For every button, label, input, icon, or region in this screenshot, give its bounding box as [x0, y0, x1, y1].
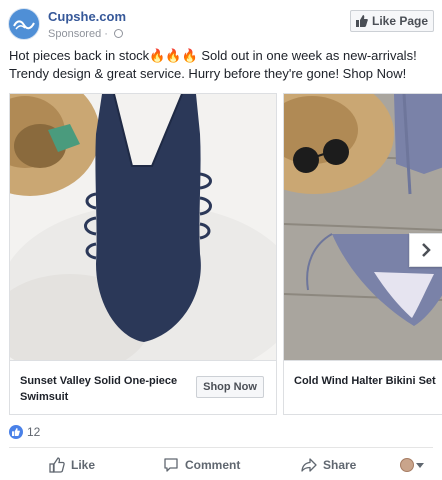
share-label: Share	[323, 458, 357, 472]
swimsuit-image	[10, 94, 276, 360]
sponsored-text: Sponsored ·	[48, 28, 111, 40]
caret-down-icon	[416, 462, 424, 468]
ad-post: Cupshe.com Sponsored · Like Page Hot pie…	[0, 0, 442, 480]
product-title[interactable]: Sunset Valley Solid One-piece Swimsuit	[20, 373, 190, 405]
chevron-right-icon	[422, 243, 431, 257]
reaction-summary[interactable]: 12	[9, 424, 40, 440]
comment-icon	[164, 458, 178, 472]
action-bar: Like Comment Share	[9, 452, 442, 478]
user-avatar	[400, 458, 414, 472]
like-label: Like	[71, 458, 96, 472]
like-page-label: Like Page	[371, 14, 429, 28]
card-info: Sunset Valley Solid One-piece Swimsuit S…	[10, 360, 276, 414]
product-image-bikini[interactable]	[284, 94, 442, 360]
like-button[interactable]: Like	[49, 452, 95, 478]
thumbs-up-icon	[12, 428, 20, 436]
sponsored-label: Sponsored ·	[48, 28, 123, 40]
page-name[interactable]: Cupshe.com	[48, 9, 126, 24]
product-carousel: Sunset Valley Solid One-piece Swimsuit S…	[9, 93, 442, 415]
product-image-swimsuit[interactable]	[10, 94, 276, 360]
carousel-next-button[interactable]	[409, 233, 442, 267]
post-text: Hot pieces back in stock🔥🔥🔥 Sold out in …	[9, 48, 417, 81]
like-reaction-icon	[9, 425, 23, 439]
thumbs-up-icon	[355, 15, 368, 27]
divider	[9, 447, 433, 448]
share-arrow-icon	[301, 458, 317, 472]
post-as-selector[interactable]	[400, 452, 424, 478]
comment-button[interactable]: Comment	[163, 452, 240, 478]
thumbs-up-outline-icon	[49, 457, 65, 473]
product-title[interactable]: Cold Wind Halter Bikini Set	[294, 373, 442, 389]
globe-icon	[113, 29, 123, 38]
wave-logo-icon	[13, 20, 35, 30]
card-info: Cold Wind Halter Bikini Set	[284, 360, 442, 414]
bikini-image	[284, 94, 442, 360]
reaction-count: 12	[27, 425, 41, 439]
page-avatar[interactable]	[8, 8, 40, 40]
share-button[interactable]: Share	[301, 452, 356, 478]
post-header: Cupshe.com Sponsored · Like Page	[8, 8, 434, 44]
like-page-button[interactable]: Like Page	[350, 10, 434, 32]
carousel-card[interactable]: Sunset Valley Solid One-piece Swimsuit S…	[9, 93, 277, 415]
shop-now-button[interactable]: Shop Now	[196, 376, 264, 398]
comment-label: Comment	[185, 458, 241, 472]
